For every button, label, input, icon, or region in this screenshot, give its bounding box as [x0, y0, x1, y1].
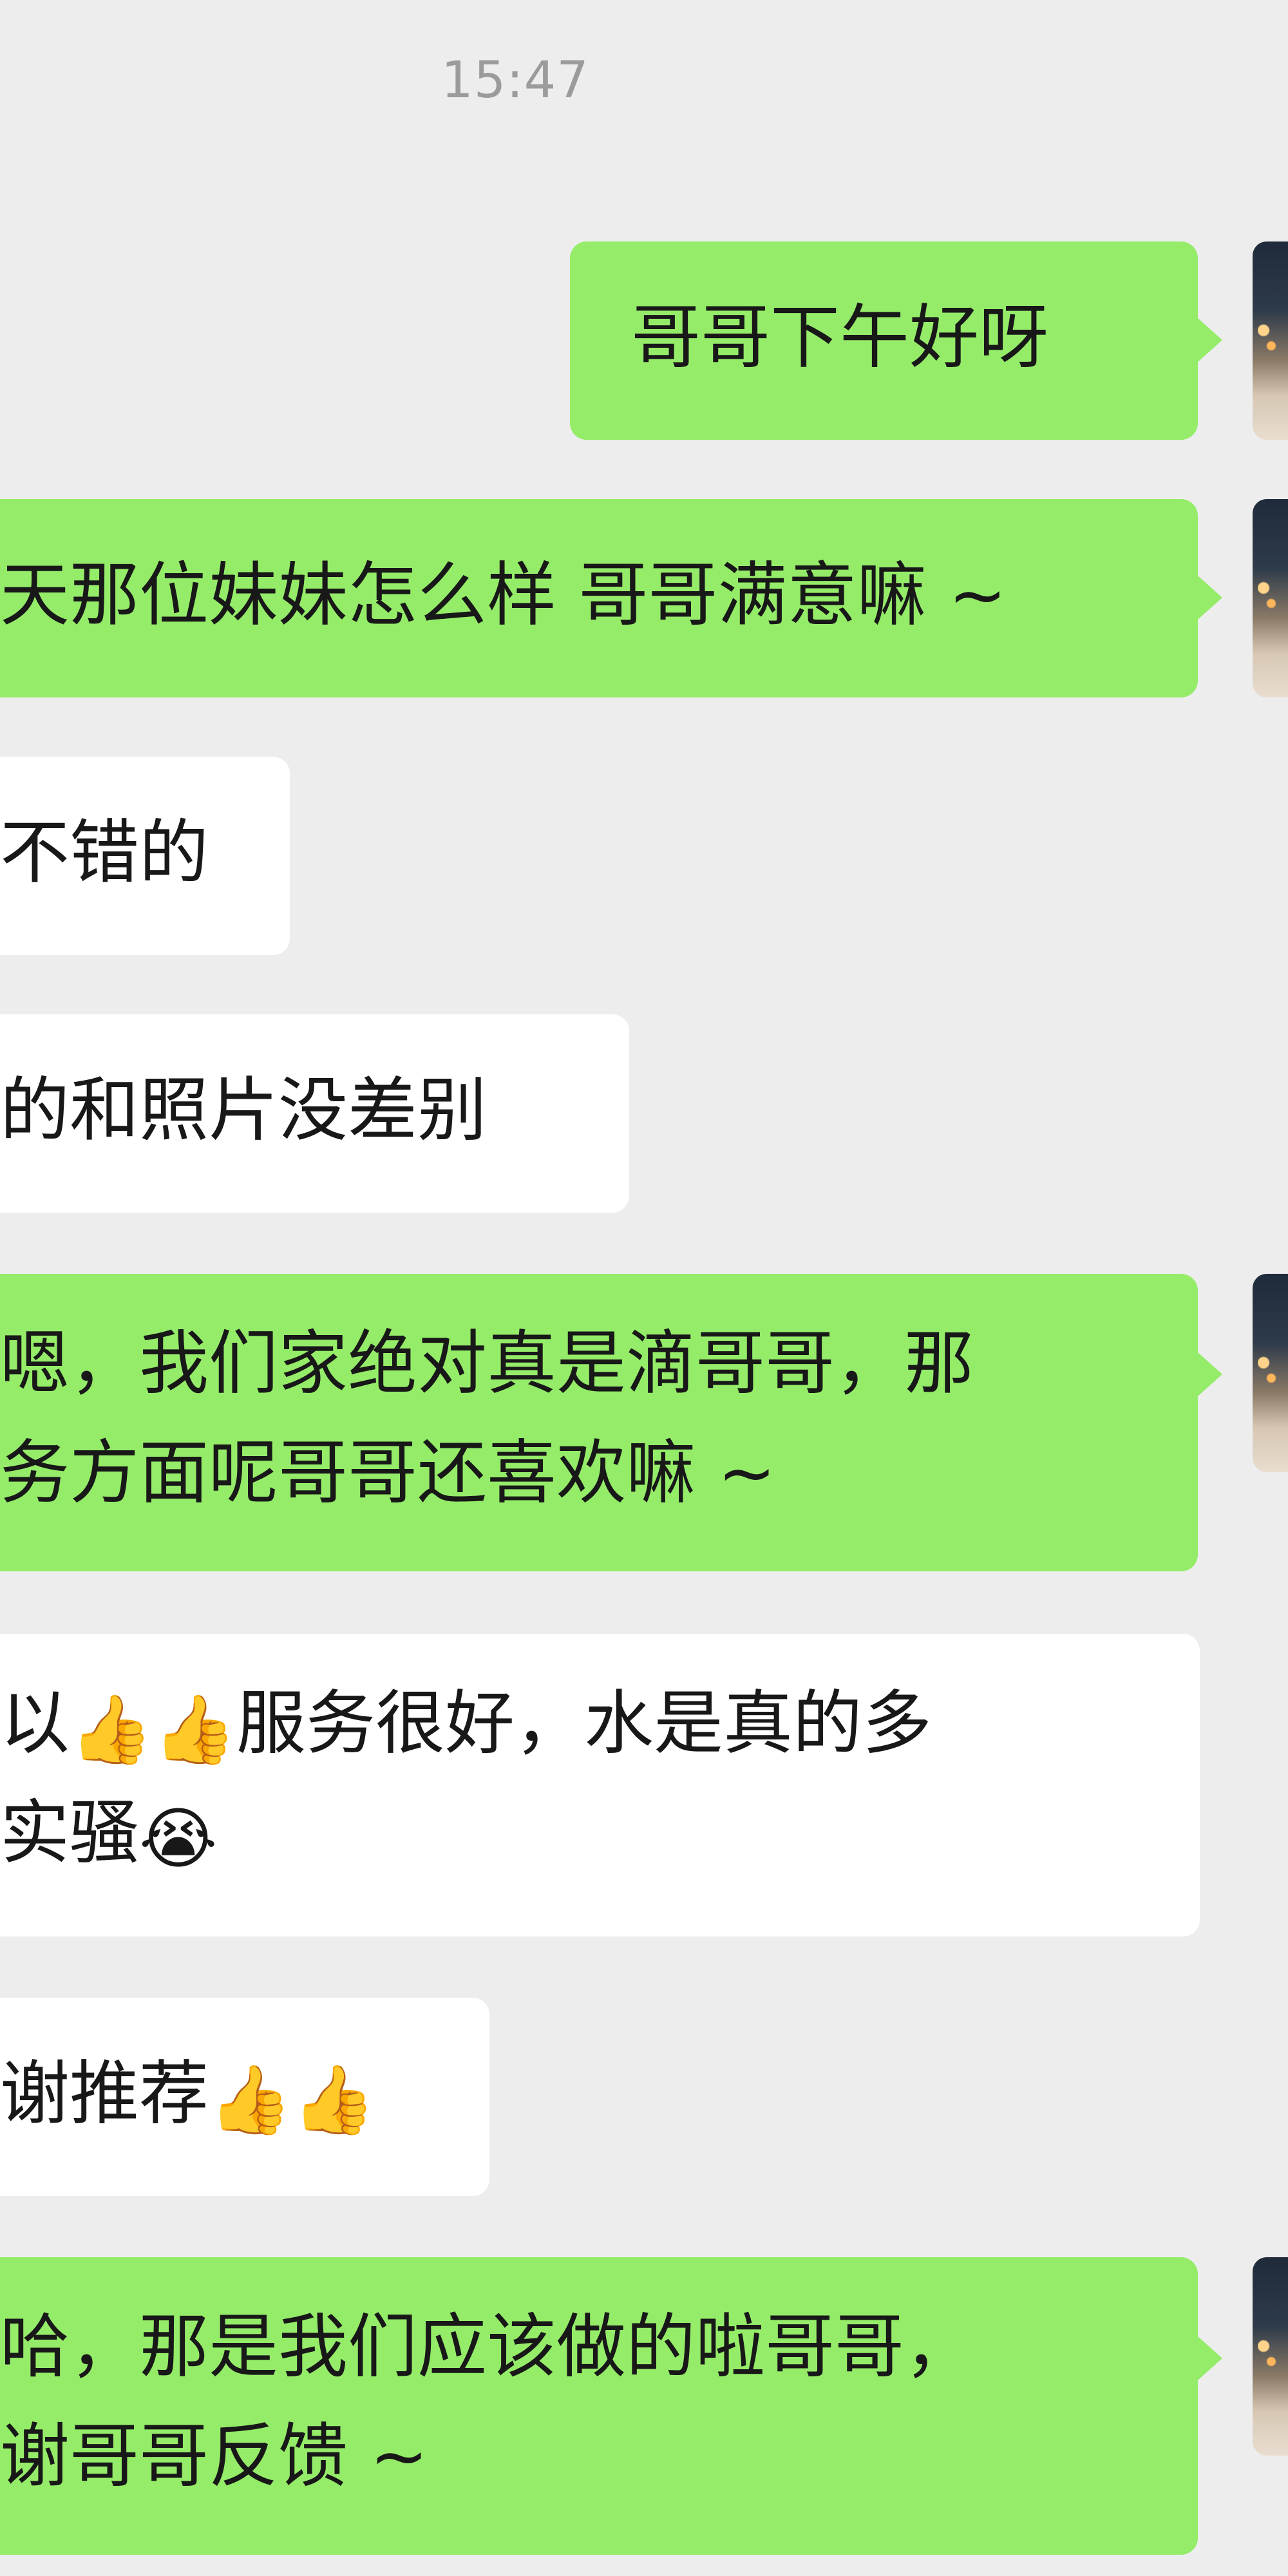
message-bubble-outgoing[interactable]: 嗯，我们家绝对真是滴哥哥，那 务方面呢哥哥还喜欢嘛 ~: [0, 1274, 1198, 1571]
bubble-tail: [1198, 2336, 1222, 2380]
message-bubble-incoming[interactable]: 谢推荐👍👍: [0, 1998, 489, 2196]
message-text: 不错的: [0, 813, 209, 893]
message-text: 天那位妹妹怎么样 哥哥满意嘛 ~: [0, 555, 1007, 636]
avatar[interactable]: [1253, 2257, 1288, 2456]
bubble-tail: [1198, 318, 1222, 362]
thumbs-up-icon: 👍: [292, 2060, 376, 2139]
message-text: 哥哥下午好呀: [631, 298, 1049, 378]
bubble-tail: [1198, 576, 1222, 620]
message-text: 谢推荐: [0, 2054, 209, 2134]
message-text-line: 实骚😭: [0, 1779, 1200, 1888]
message-bubble-incoming[interactable]: 不错的: [0, 757, 290, 955]
message-bubble-outgoing[interactable]: 哥哥下午好呀: [570, 242, 1198, 440]
message-timestamp: 15:47: [441, 52, 589, 109]
message-text-line: 务方面呢哥哥还喜欢嘛 ~: [0, 1433, 776, 1513]
message-text-line: 嗯，我们家绝对真是滴哥哥，那: [0, 1323, 974, 1404]
message-bubble-incoming[interactable]: 以👍👍服务很好，水是真的多 实骚😭: [0, 1634, 1200, 1937]
avatar[interactable]: [1253, 242, 1288, 440]
bubble-tail: [1198, 1352, 1222, 1396]
message-text-line: 谢哥哥反馈 ~: [0, 2416, 428, 2497]
message-text: 以: [0, 1683, 70, 1764]
message-text: 服务很好，水是真的多: [236, 1683, 933, 1764]
message-bubble-outgoing[interactable]: 天那位妹妹怎么样 哥哥满意嘛 ~: [0, 499, 1198, 697]
avatar[interactable]: [1253, 499, 1288, 697]
thumbs-up-icon: 👍: [209, 2060, 292, 2139]
laughing-crying-icon: 😭: [139, 1799, 218, 1878]
avatar[interactable]: [1253, 1274, 1288, 1472]
message-text: 的和照片没差别: [0, 1070, 488, 1151]
thumbs-up-icon: 👍: [153, 1690, 237, 1768]
message-text: 实骚: [0, 1793, 140, 1873]
thumbs-up-icon: 👍: [70, 1690, 153, 1768]
message-bubble-incoming[interactable]: 的和照片没差别: [0, 1014, 629, 1213]
message-text-line: 以👍👍服务很好，水是真的多: [0, 1669, 1200, 1779]
message-bubble-outgoing[interactable]: 哈，那是我们应该做的啦哥哥， 谢哥哥反馈 ~: [0, 2257, 1198, 2555]
message-text-line: 哈，那是我们应该做的啦哥哥，: [0, 2307, 974, 2387]
